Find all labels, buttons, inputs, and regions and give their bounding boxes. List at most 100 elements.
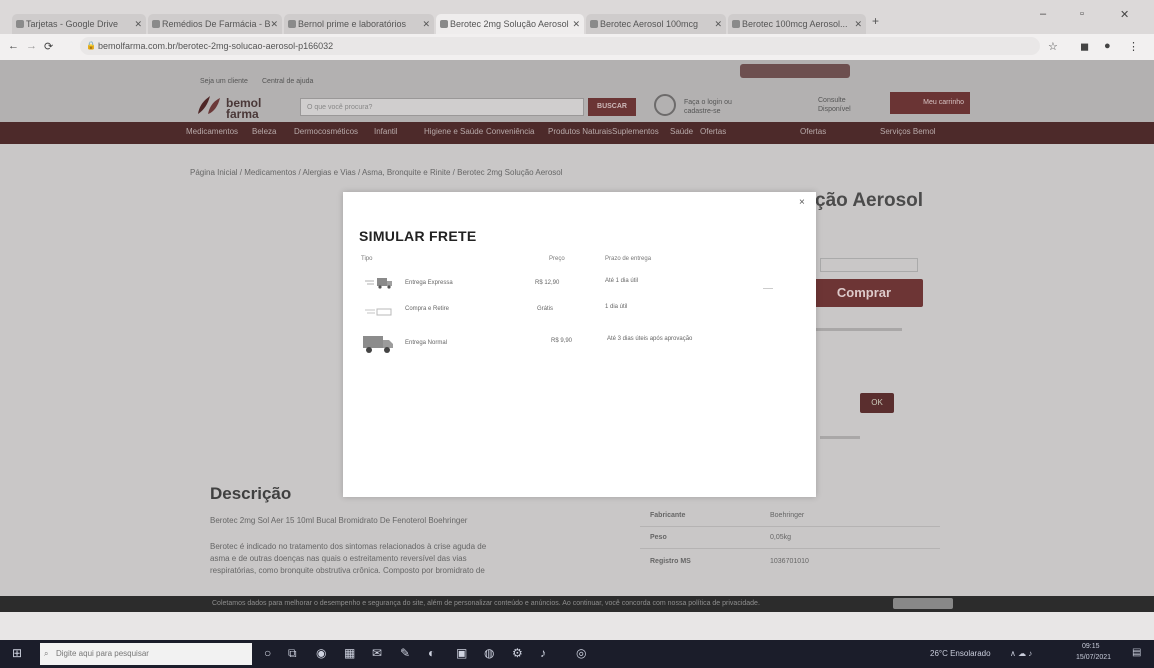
quantity-stepper[interactable] — [820, 258, 918, 272]
star-icon[interactable]: ☆ — [1048, 40, 1058, 53]
notifications-icon[interactable]: ▤ — [1132, 647, 1141, 658]
site-search-button[interactable]: BUSCAR — [588, 98, 636, 116]
address-bar[interactable]: 🔒 bemolfarma.com.br/berotec-2mg-solucao-… — [80, 37, 1040, 55]
explorer-icon[interactable]: ▦ — [344, 646, 355, 660]
nav-item[interactable]: Conveniência — [486, 127, 534, 136]
nav-item[interactable]: Medicamentos — [186, 127, 238, 136]
tab-5[interactable]: Berotec Aerosol 100mcg ✕ — [586, 14, 726, 34]
promo-button[interactable] — [740, 64, 850, 78]
minimize-button[interactable]: – — [1040, 8, 1046, 20]
nav-item[interactable]: Dermocosméticos — [294, 127, 358, 136]
browser-toolbar: ← → ⟳ 🔒 bemolfarma.com.br/berotec-2mg-so… — [0, 34, 1154, 61]
logo-icon[interactable] — [196, 94, 222, 116]
tab-close-icon[interactable]: ✕ — [854, 14, 862, 34]
menu-icon[interactable]: ⋮ — [1128, 40, 1139, 53]
shipping-price: R$ 12,90 — [535, 280, 560, 286]
maximize-button[interactable]: ▫ — [1080, 8, 1084, 20]
new-tab-button[interactable]: + — [872, 14, 879, 28]
breadcrumb: Página Inicial / Medicamentos / Alergias… — [190, 168, 563, 177]
clock-date[interactable]: 15/07/2021 — [1076, 654, 1111, 661]
weather-text[interactable]: 26°C Ensolarado — [930, 649, 991, 658]
top-link-ajuda[interactable]: Central de ajuda — [262, 78, 313, 85]
nav-item[interactable]: Saúde — [670, 127, 693, 136]
mail-icon[interactable]: ✉ — [372, 646, 382, 660]
nav-item[interactable]: Infantil — [374, 127, 398, 136]
edge-icon[interactable]: ◉ — [316, 646, 326, 660]
nav-item[interactable]: Ofertas — [700, 127, 726, 136]
task-view-icon[interactable]: ⧉ — [288, 646, 297, 661]
taskbar-search-input[interactable]: ⌕ Digite aqui para pesquisar — [40, 643, 252, 665]
profile-icon[interactable]: ● — [1104, 40, 1111, 52]
tab-favicon — [440, 20, 448, 28]
clock-time[interactable]: 09:15 — [1082, 643, 1100, 650]
forward-icon[interactable]: → — [26, 40, 37, 52]
nav-item[interactable]: Higiene e Saúde — [424, 127, 483, 136]
nav-item[interactable]: Suplementos — [612, 127, 659, 136]
cortana-icon[interactable]: ○ — [264, 646, 271, 660]
search-icon: ⌕ — [44, 649, 49, 658]
tab-label: Berotec Aerosol 100mcg — [600, 19, 699, 29]
close-icon[interactable]: × — [799, 197, 805, 208]
taskbar: ⊞ ⌕ Digite aqui para pesquisar ○ ⧉ ◉ ▦ ✉… — [0, 640, 1154, 668]
tab-4-active[interactable]: Berotec 2mg Solução Aerosol ✕ — [436, 14, 584, 34]
tab-close-icon[interactable]: ✕ — [714, 14, 722, 34]
app-icon[interactable]: ✎ — [400, 646, 410, 660]
description-heading: Descrição — [210, 484, 292, 503]
shipping-note — [812, 328, 902, 331]
windows-start-icon[interactable]: ⊞ — [12, 646, 22, 660]
buy-button[interactable]: Comprar — [805, 279, 923, 307]
chrome-icon[interactable]: ◎ — [576, 646, 586, 660]
extension-icon[interactable]: ◼ — [1080, 40, 1089, 53]
calendar-icon[interactable]: ▣ — [456, 646, 467, 660]
taskbar-search-placeholder: Digite aqui para pesquisar — [56, 649, 149, 658]
tab-label: Remédios De Farmácia - Bem... — [162, 19, 270, 29]
user-icon[interactable] — [654, 94, 676, 116]
tab-close-icon[interactable]: ✕ — [572, 14, 580, 34]
app-icon[interactable]: ◐ — [428, 646, 435, 660]
tab-1[interactable]: Tarjetas - Google Drive ✕ — [12, 14, 146, 34]
close-window-button[interactable]: ✕ — [1120, 8, 1129, 21]
shipping-eta: Até 3 dias úteis após aprovação — [607, 336, 693, 342]
spec-key: Fabricante — [650, 512, 686, 519]
back-icon[interactable]: ← — [8, 40, 19, 52]
site-header: Seja um cliente Central de ajuda bemol f… — [0, 60, 1154, 122]
description-line: Berotec 2mg Sol Aer 15 10ml Bucal Bromid… — [210, 516, 468, 525]
description-line: Berotec é indicado no tratamento dos sin… — [210, 542, 487, 551]
spec-value: 1036701010 — [770, 558, 809, 565]
nav-servicos[interactable]: Serviços Bemol — [880, 127, 936, 136]
reload-icon[interactable]: ⟳ — [44, 40, 53, 53]
tab-favicon — [152, 20, 160, 28]
cookie-accept-button[interactable] — [893, 598, 953, 609]
spec-divider — [640, 548, 940, 549]
shipping-eta: 1 dia útil — [605, 304, 628, 310]
tab-close-icon[interactable]: ✕ — [270, 14, 278, 34]
site-search-input[interactable]: O que você procura? — [300, 98, 584, 116]
tab-6[interactable]: Berotec 100mcg Aerosol... ✕ — [728, 14, 866, 34]
app-icon[interactable]: ◍ — [484, 646, 494, 660]
tab-2[interactable]: Remédios De Farmácia - Bem...✕ — [148, 14, 282, 34]
tab-close-icon[interactable]: ✕ — [422, 14, 430, 34]
app-icon[interactable]: ⚙ — [512, 646, 523, 660]
login-link[interactable]: Faça o login ou cadastre-se — [684, 98, 754, 116]
tab-close-icon[interactable]: ✕ — [134, 14, 142, 34]
tab-label: Tarjetas - Google Drive — [26, 19, 119, 29]
column-header-type: Tipo — [361, 256, 373, 262]
tab-favicon — [288, 20, 296, 28]
shipping-eta: Até 1 dia útil — [605, 278, 639, 284]
nav-ofertas[interactable]: Ofertas — [800, 127, 826, 136]
nav-item[interactable]: Produtos Naturais — [548, 127, 612, 136]
top-link-cliente[interactable]: Seja um cliente — [200, 78, 248, 85]
category-nav: Medicamentos Beleza Dermocosméticos Infa… — [0, 122, 1154, 144]
whatsapp-link[interactable]: Consulte Disponível — [818, 96, 874, 114]
cep-ok-button[interactable]: OK — [860, 393, 894, 413]
nav-item[interactable]: Beleza — [252, 127, 276, 136]
store-pickup-icon — [363, 304, 399, 316]
tab-label: Bernol prime e laboratórios — [298, 19, 407, 29]
cart-button[interactable]: Meu carrinho — [890, 92, 970, 114]
tab-3[interactable]: Bernol prime e laboratórios ✕ — [284, 14, 434, 34]
cookie-banner: Coletamos dados para melhorar o desempen… — [0, 596, 1154, 612]
site-logo[interactable]: bemol farma — [226, 97, 266, 120]
app-icon[interactable]: ♪ — [540, 646, 546, 660]
spec-value: 0,05kg — [770, 534, 792, 541]
tray-icons[interactable]: ∧ ☁ ♪ — [1010, 649, 1032, 658]
